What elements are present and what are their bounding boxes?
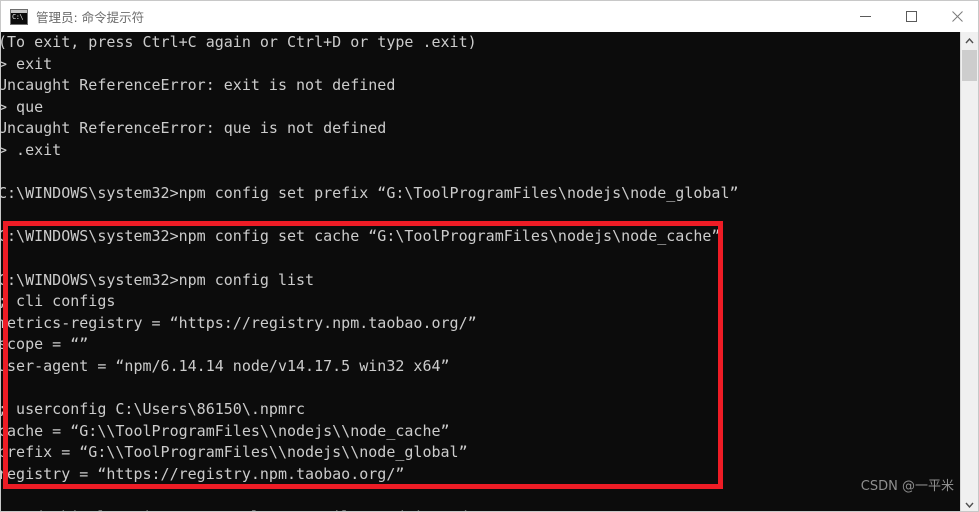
terminal-line: > .exit — [1, 140, 62, 159]
minimize-icon — [859, 16, 871, 17]
maximize-icon — [905, 11, 917, 22]
close-button[interactable] — [934, 1, 978, 32]
csdn-watermark: CSDN @一平米 — [860, 479, 954, 494]
terminal-line: (To exit, press Ctrl+C again or Ctrl+D o… — [1, 33, 477, 51]
minimize-button[interactable] — [842, 1, 888, 32]
terminal-line: cache = “G:\\ToolProgramFiles\\nodejs\\n… — [1, 421, 450, 440]
terminal-line: ; userconfig C:\Users\86150\.npmrc — [1, 400, 306, 419]
terminal-line: Uncaught ReferenceError: que is not defi… — [1, 119, 387, 138]
maximize-button[interactable] — [888, 1, 934, 32]
title-bar-left: C:\ 管理员: 命令提示符 — [1, 7, 842, 26]
scroll-down-arrow-icon[interactable] — [961, 496, 978, 511]
terminal-line: ; node bin location = G:\ToolProgramFile… — [1, 507, 739, 511]
terminal-line: prefix = “G:\\ToolProgramFiles\\nodejs\\… — [1, 443, 468, 462]
title-bar[interactable]: C:\ 管理员: 命令提示符 — [1, 1, 978, 32]
terminal-line: ; cli configs — [1, 292, 116, 311]
terminal-line: C:\WINDOWS\system32>npm config list — [1, 270, 315, 289]
terminal-line: registry = “https://registry.npm.taobao.… — [1, 464, 405, 483]
scroll-up-arrow-icon[interactable] — [961, 32, 978, 49]
command-prompt-window: C:\ 管理员: 命令提示符 (To exit, press Ctrl+C ag… — [0, 0, 979, 512]
cmd-icon-prompt-glyph: C:\ — [12, 12, 24, 21]
cmd-window-icon: C:\ — [10, 8, 28, 25]
scrollbar-thumb[interactable] — [962, 50, 977, 81]
window-controls — [842, 1, 978, 32]
chevron-up-icon — [965, 37, 974, 43]
terminal-line: > exit — [1, 54, 53, 73]
close-icon — [951, 11, 963, 22]
terminal-line: C:\WINDOWS\system32>npm config set cache… — [1, 227, 721, 246]
console-output-area[interactable]: (To exit, press Ctrl+C again or Ctrl+D o… — [1, 32, 978, 511]
terminal-line: scope = “” — [1, 335, 89, 354]
terminal-line: Uncaught ReferenceError: exit is not def… — [1, 76, 396, 95]
chevron-down-icon — [965, 502, 974, 508]
terminal-line: metrics-registry = “https://registry.npm… — [1, 313, 477, 332]
terminal-line: user-agent = “npm/6.14.14 node/v14.17.5 … — [1, 356, 450, 375]
terminal-line: > que — [1, 97, 44, 116]
console-scrollbar[interactable] — [960, 32, 978, 511]
window-title: 管理员: 命令提示符 — [36, 10, 145, 25]
terminal-line: C:\WINDOWS\system32>npm config set prefi… — [1, 184, 739, 203]
terminal-text: (To exit, press Ctrl+C again or Ctrl+D o… — [1, 32, 739, 511]
